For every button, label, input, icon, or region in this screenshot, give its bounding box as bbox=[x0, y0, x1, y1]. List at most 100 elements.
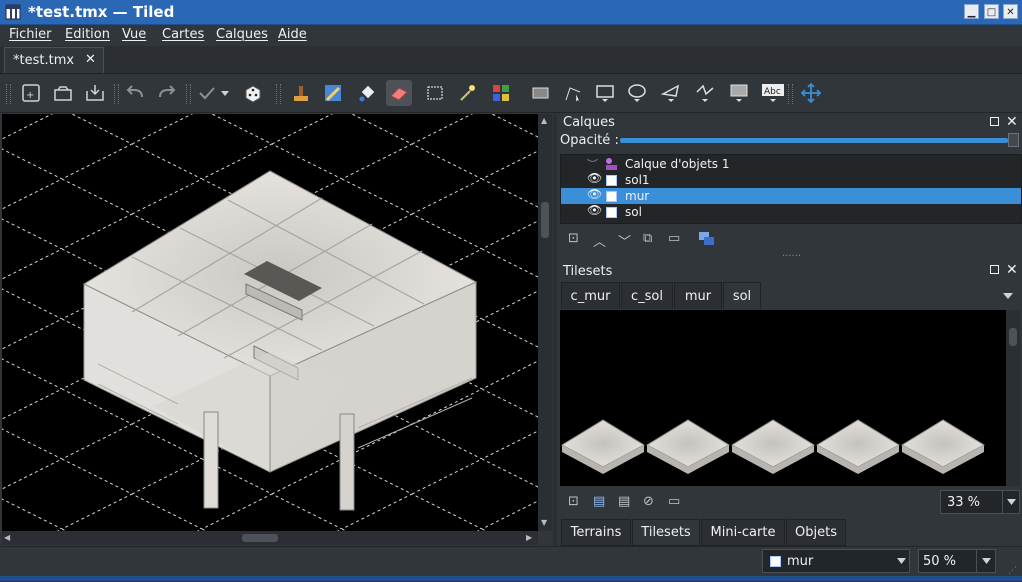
layer-row-mur[interactable]: 👁 mur bbox=[561, 187, 1021, 204]
document-tab[interactable]: *test.tmx ✕ bbox=[4, 47, 104, 73]
tileset-tile[interactable] bbox=[900, 419, 986, 468]
rectangle-select-icon[interactable] bbox=[422, 80, 448, 106]
save-icon[interactable] bbox=[82, 80, 108, 106]
tileset-tab-c-sol[interactable]: c_sol bbox=[621, 282, 673, 309]
eye-icon[interactable]: 👁 bbox=[587, 203, 602, 217]
eye-hidden-icon[interactable]: ︶ bbox=[587, 156, 598, 172]
terrain-brush-icon[interactable] bbox=[320, 80, 346, 106]
splitter-handle[interactable]: ...... bbox=[782, 248, 801, 259]
layer-row-sol1[interactable]: 👁 sol1 bbox=[561, 171, 1021, 188]
bucket-fill-icon[interactable] bbox=[354, 80, 380, 106]
tileset-tab-c-mur[interactable]: c_mur bbox=[561, 282, 620, 309]
import-tileset-icon[interactable]: ▤ bbox=[593, 494, 605, 509]
minimize-button[interactable]: ▁ bbox=[964, 4, 979, 19]
edit-polygons-icon[interactable] bbox=[560, 80, 586, 106]
layer-row-objects[interactable]: ︶ Calque d'objets 1 bbox=[561, 156, 1021, 172]
eye-icon[interactable]: 👁 bbox=[587, 187, 602, 201]
tab-terrains[interactable]: Terrains bbox=[561, 519, 631, 546]
panel-splitter[interactable] bbox=[553, 114, 557, 546]
edit-tileset-icon[interactable]: ⊘ bbox=[643, 494, 654, 509]
tileset-zoom-combo[interactable]: 33 % bbox=[940, 490, 1020, 514]
horizontal-scroll-thumb[interactable] bbox=[242, 534, 278, 542]
layer-select-combo[interactable]: mur bbox=[762, 549, 910, 573]
scroll-left-icon[interactable]: ◀ bbox=[4, 533, 10, 542]
tileset-zoom-value: 33 % bbox=[947, 495, 981, 510]
vertical-scroll-thumb[interactable] bbox=[541, 202, 549, 238]
tabs-dropdown-icon[interactable] bbox=[1003, 292, 1013, 300]
redo-icon[interactable] bbox=[154, 80, 180, 106]
opacity-slider[interactable] bbox=[620, 138, 1008, 143]
magic-wand-icon[interactable] bbox=[454, 80, 480, 106]
close-window-button[interactable]: ✕ bbox=[1003, 4, 1018, 19]
select-same-tile-icon[interactable] bbox=[488, 80, 514, 106]
eye-icon[interactable]: 👁 bbox=[587, 171, 602, 185]
duplicate-layer-icon[interactable]: ⧉ bbox=[643, 231, 652, 246]
tileset-scroll-thumb[interactable] bbox=[1009, 328, 1017, 346]
tile-layer-icon bbox=[606, 207, 617, 218]
opacity-slider-handle[interactable] bbox=[1008, 133, 1019, 147]
insert-polyline-icon[interactable] bbox=[692, 80, 718, 106]
map-canvas[interactable] bbox=[2, 114, 538, 531]
menu-aide[interactable]: Aide bbox=[278, 27, 307, 42]
tileset-tile[interactable] bbox=[560, 419, 646, 468]
dropdown-arrow-icon[interactable] bbox=[218, 80, 232, 106]
new-map-icon[interactable]: + bbox=[18, 80, 44, 106]
export-tileset-icon[interactable]: ▤ bbox=[618, 494, 630, 509]
tileset-tab-sol[interactable]: sol bbox=[723, 282, 761, 309]
menu-cartes[interactable]: Cartes bbox=[162, 27, 204, 42]
close-panel-icon[interactable]: ✕ bbox=[1006, 115, 1018, 129]
insert-rectangle-icon[interactable] bbox=[592, 80, 618, 106]
scroll-right-icon[interactable]: ▶ bbox=[526, 533, 532, 542]
menu-vue[interactable]: Vue bbox=[122, 27, 146, 42]
insert-polygon-icon[interactable] bbox=[658, 80, 684, 106]
new-tileset-icon[interactable]: ⊡ bbox=[568, 494, 579, 509]
raise-layer-icon[interactable]: ︿ bbox=[593, 231, 606, 250]
map-horizontal-scrollbar[interactable]: ◀ ▶ bbox=[2, 531, 538, 545]
scroll-up-icon[interactable]: ▲ bbox=[541, 116, 547, 125]
resize-grip-icon[interactable]: ⋰ bbox=[1008, 566, 1017, 576]
undock-icon[interactable] bbox=[990, 265, 999, 274]
undo-icon[interactable] bbox=[122, 80, 148, 106]
delete-layer-icon[interactable]: ▭ bbox=[668, 231, 680, 246]
menu-fichier[interactable]: Fichier bbox=[9, 27, 52, 42]
tab-objets[interactable]: Objets bbox=[786, 519, 846, 546]
close-tab-icon[interactable]: ✕ bbox=[85, 52, 96, 67]
new-layer-icon[interactable]: ⊡ bbox=[568, 231, 579, 246]
tileset-tiles[interactable] bbox=[560, 310, 1006, 486]
select-objects-icon[interactable] bbox=[528, 80, 554, 106]
layers-list[interactable]: ︶ Calque d'objets 1 👁 sol1 👁 mur 👁 sol bbox=[560, 154, 1022, 224]
remove-tileset-icon[interactable]: ▭ bbox=[668, 494, 680, 509]
commit-check-icon[interactable] bbox=[194, 80, 220, 106]
open-icon[interactable] bbox=[50, 80, 76, 106]
window-bottom-border bbox=[0, 576, 1022, 581]
insert-text-icon[interactable]: Abc bbox=[760, 80, 786, 106]
tileset-scrollbar[interactable] bbox=[1006, 310, 1020, 486]
isometric-map-view[interactable] bbox=[2, 114, 538, 531]
insert-tile-icon[interactable] bbox=[726, 80, 752, 106]
tileset-tab-mur[interactable]: mur bbox=[674, 282, 722, 309]
tile-layer-icon bbox=[606, 191, 617, 202]
tileset-tile[interactable] bbox=[730, 419, 816, 468]
random-dice-icon[interactable] bbox=[240, 80, 266, 106]
show-hide-others-icon[interactable] bbox=[698, 231, 716, 247]
close-panel-icon[interactable]: ✕ bbox=[1006, 263, 1018, 277]
layer-row-sol[interactable]: 👁 sol bbox=[561, 203, 1021, 220]
menu-calques[interactable]: Calques bbox=[216, 27, 268, 42]
eraser-icon[interactable] bbox=[386, 80, 412, 106]
map-vertical-scrollbar[interactable]: ▲ ▼ bbox=[538, 114, 552, 531]
map-zoom-combo[interactable]: 50 % bbox=[918, 549, 996, 573]
insert-ellipse-icon[interactable] bbox=[624, 80, 650, 106]
menu-edition[interactable]: Edition bbox=[65, 27, 110, 42]
tileset-tile[interactable] bbox=[815, 419, 901, 468]
move-icon[interactable] bbox=[798, 80, 824, 106]
tab-mini-carte[interactable]: Mini-carte bbox=[701, 519, 785, 546]
lower-layer-icon[interactable]: ﹀ bbox=[618, 231, 631, 250]
map-zoom-value: 50 % bbox=[923, 554, 957, 569]
tileset-tile[interactable] bbox=[645, 419, 731, 468]
tileset-view[interactable] bbox=[560, 310, 1006, 486]
tab-tilesets[interactable]: Tilesets bbox=[632, 519, 700, 546]
undock-icon[interactable] bbox=[990, 117, 999, 126]
maximize-button[interactable]: □ bbox=[984, 4, 999, 19]
stamp-brush-icon[interactable] bbox=[288, 80, 314, 106]
scroll-down-icon[interactable]: ▼ bbox=[541, 518, 547, 527]
